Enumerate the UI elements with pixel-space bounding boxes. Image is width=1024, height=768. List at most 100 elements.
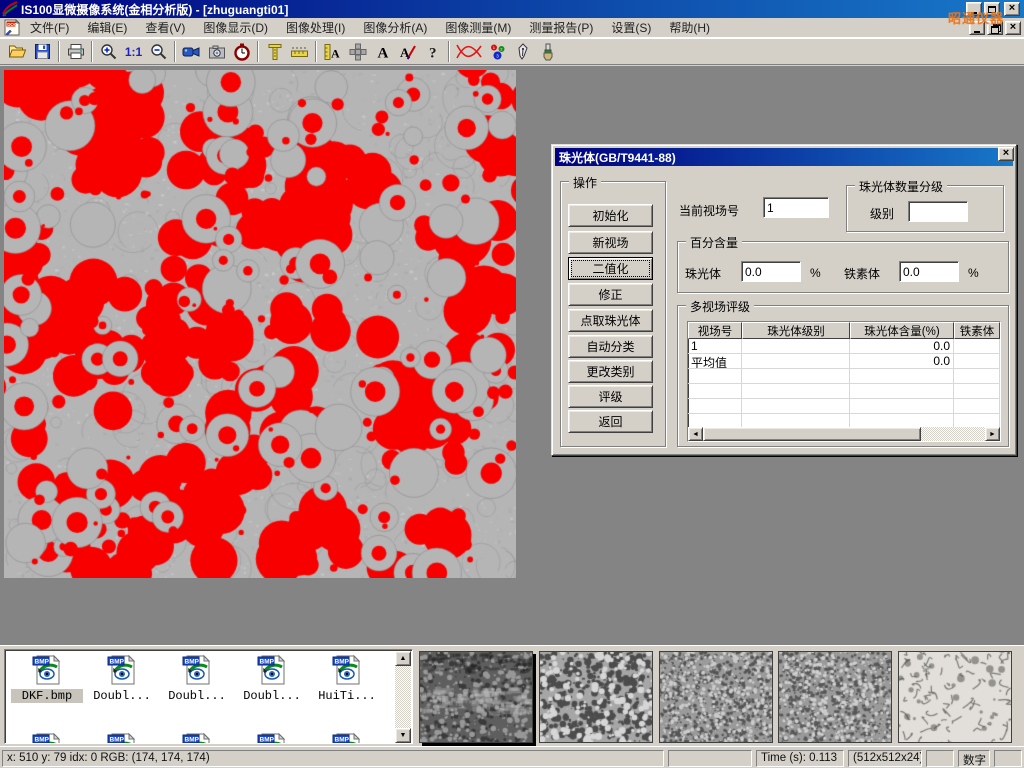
- col-pearlite-content[interactable]: 珠光体含量(%): [850, 322, 954, 339]
- pen-icon: [516, 43, 530, 61]
- grade-input[interactable]: [908, 201, 968, 222]
- dialog-close-button[interactable]: ×: [998, 147, 1014, 161]
- auto-classify-button[interactable]: 自动分类: [568, 335, 653, 358]
- help-button[interactable]: ?: [420, 40, 445, 63]
- thumbnail-1[interactable]: [419, 651, 533, 743]
- file-item-clipped[interactable]: BMP: [236, 732, 308, 744]
- video-camera-button[interactable]: [179, 40, 204, 63]
- ferrite-input[interactable]: [899, 261, 959, 282]
- caliper-button[interactable]: [262, 40, 287, 63]
- menu-help[interactable]: 帮助(H): [660, 17, 719, 38]
- maximize-button[interactable]: [984, 2, 1000, 16]
- capture-camera-button[interactable]: [204, 40, 229, 63]
- brush-button[interactable]: [535, 40, 560, 63]
- measure-text-button[interactable]: A: [320, 40, 345, 63]
- font-button[interactable]: A: [370, 40, 395, 63]
- file-item[interactable]: BMPDoubl...: [86, 654, 158, 703]
- menu-edit[interactable]: 编辑(E): [78, 17, 136, 38]
- zoom-out-button[interactable]: [146, 40, 171, 63]
- menu-image-analysis[interactable]: 图像分析(A): [354, 17, 436, 38]
- close-button[interactable]: ×: [1004, 2, 1020, 16]
- print-button[interactable]: [63, 40, 88, 63]
- menu-settings[interactable]: 设置(S): [602, 17, 660, 38]
- minimize-button[interactable]: [966, 2, 982, 16]
- curve-tool-button[interactable]: [453, 40, 485, 63]
- file-name[interactable]: HuiTi...: [311, 689, 383, 703]
- timer-button[interactable]: [229, 40, 254, 63]
- ruler-button[interactable]: [287, 40, 312, 63]
- child-restore-button[interactable]: [987, 21, 1003, 35]
- table-row[interactable]: 1 0.0: [688, 339, 1000, 354]
- menu-image-measure[interactable]: 图像测量(M): [436, 17, 520, 38]
- dialog-title-bar[interactable]: 珠光体(GB/T9441-88): [555, 148, 1013, 166]
- open-button[interactable]: [5, 40, 30, 63]
- table-header-row: 视场号 珠光体级别 珠光体含量(%) 铁素体: [688, 322, 1000, 339]
- svg-text:BMP: BMP: [185, 737, 200, 744]
- save-button[interactable]: [30, 40, 55, 63]
- table-horizontal-scrollbar[interactable]: ◄ ►: [688, 427, 1000, 441]
- file-item-clipped[interactable]: BMP: [86, 732, 158, 744]
- file-item-clipped[interactable]: BMP: [311, 732, 383, 744]
- thumbnail-3[interactable]: [659, 651, 773, 743]
- col-field-number[interactable]: 视场号: [688, 322, 742, 339]
- table-row[interactable]: 平均值 0.0: [688, 354, 1000, 369]
- pick-pearlite-button[interactable]: 点取珠光体: [568, 309, 653, 332]
- zoom-in-button[interactable]: [96, 40, 121, 63]
- pen-button[interactable]: [510, 40, 535, 63]
- actual-size-button[interactable]: 1:1: [121, 40, 146, 63]
- scrollbar-thumb[interactable]: [703, 427, 921, 441]
- col-ferrite[interactable]: 铁素体: [954, 322, 1000, 339]
- thumbnail-2[interactable]: [539, 651, 653, 743]
- menu-view[interactable]: 查看(V): [136, 17, 194, 38]
- bmp-file-icon: BMP: [106, 675, 138, 689]
- annotate-button[interactable]: A: [395, 40, 420, 63]
- correct-button[interactable]: 修正: [568, 283, 653, 306]
- file-name[interactable]: DKF.bmp: [11, 689, 83, 703]
- file-item-clipped[interactable]: BMP: [161, 732, 233, 744]
- file-item[interactable]: BMPDoubl...: [161, 654, 233, 703]
- return-button[interactable]: 返回: [568, 410, 653, 433]
- percent-group-label: 百分含量: [686, 234, 742, 251]
- initialize-button[interactable]: 初始化: [568, 204, 653, 227]
- file-item[interactable]: BMPHuiTi...: [311, 654, 383, 703]
- grid-tool-button[interactable]: [345, 40, 370, 63]
- thumbnail-4[interactable]: [778, 651, 892, 743]
- file-name[interactable]: Doubl...: [86, 689, 158, 703]
- current-field-input[interactable]: [763, 197, 829, 218]
- file-item[interactable]: BMPDKF.bmp: [11, 654, 83, 703]
- menu-measure-report[interactable]: 测量报告(P): [520, 17, 602, 38]
- thumbnail-5[interactable]: [898, 651, 1012, 743]
- file-item[interactable]: BMPDoubl...: [236, 654, 308, 703]
- scrollbar-track[interactable]: [921, 427, 985, 441]
- scroll-right-icon[interactable]: ►: [985, 427, 1000, 441]
- mdi-client-area: 珠光体(GB/T9441-88) × 操作 初始化 新视场 二值化 修正 点取珠…: [0, 66, 1024, 645]
- file-item-clipped[interactable]: BMP: [11, 732, 83, 744]
- bmp-file-icon: BMP: [31, 675, 63, 689]
- scroll-down-icon[interactable]: ▼: [395, 728, 411, 743]
- menu-image-display[interactable]: 图像显示(D): [194, 17, 277, 38]
- status-position: x: 510 y: 79 idx: 0 RGB: (174, 174, 174): [2, 750, 664, 767]
- child-close-button[interactable]: ×: [1005, 21, 1021, 35]
- grade-button[interactable]: 评级: [568, 385, 653, 408]
- pearlite-dialog: 珠光体(GB/T9441-88) × 操作 初始化 新视场 二值化 修正 点取珠…: [551, 144, 1017, 456]
- table-row-empty: [688, 369, 1000, 384]
- ferrite-label: 铁素体: [844, 265, 880, 282]
- change-class-button[interactable]: 更改类别: [568, 360, 653, 383]
- new-field-button[interactable]: 新视场: [568, 231, 653, 254]
- binarize-button[interactable]: 二值化: [568, 257, 653, 280]
- file-name[interactable]: Doubl...: [236, 689, 308, 703]
- scroll-up-icon[interactable]: ▲: [395, 651, 411, 666]
- scroll-left-icon[interactable]: ◄: [688, 427, 703, 441]
- classify-balls-button[interactable]: 123: [485, 40, 510, 63]
- cell-ferrite: [954, 354, 1000, 369]
- child-minimize-button[interactable]: [969, 21, 985, 35]
- col-pearlite-grade[interactable]: 珠光体级别: [742, 322, 850, 339]
- toolbar-separator: [448, 41, 450, 62]
- file-name[interactable]: Doubl...: [161, 689, 233, 703]
- pearlite-input[interactable]: [741, 261, 801, 282]
- file-list-scrollbar[interactable]: ▲ ▼: [395, 651, 411, 743]
- menu-file[interactable]: 文件(F): [21, 17, 78, 38]
- file-panel: BMPDKF.bmp BMPDoubl... BMPDoubl... BMPDo…: [0, 645, 1024, 746]
- menu-image-processing[interactable]: 图像处理(I): [277, 17, 354, 38]
- metallograph-image[interactable]: [4, 70, 516, 578]
